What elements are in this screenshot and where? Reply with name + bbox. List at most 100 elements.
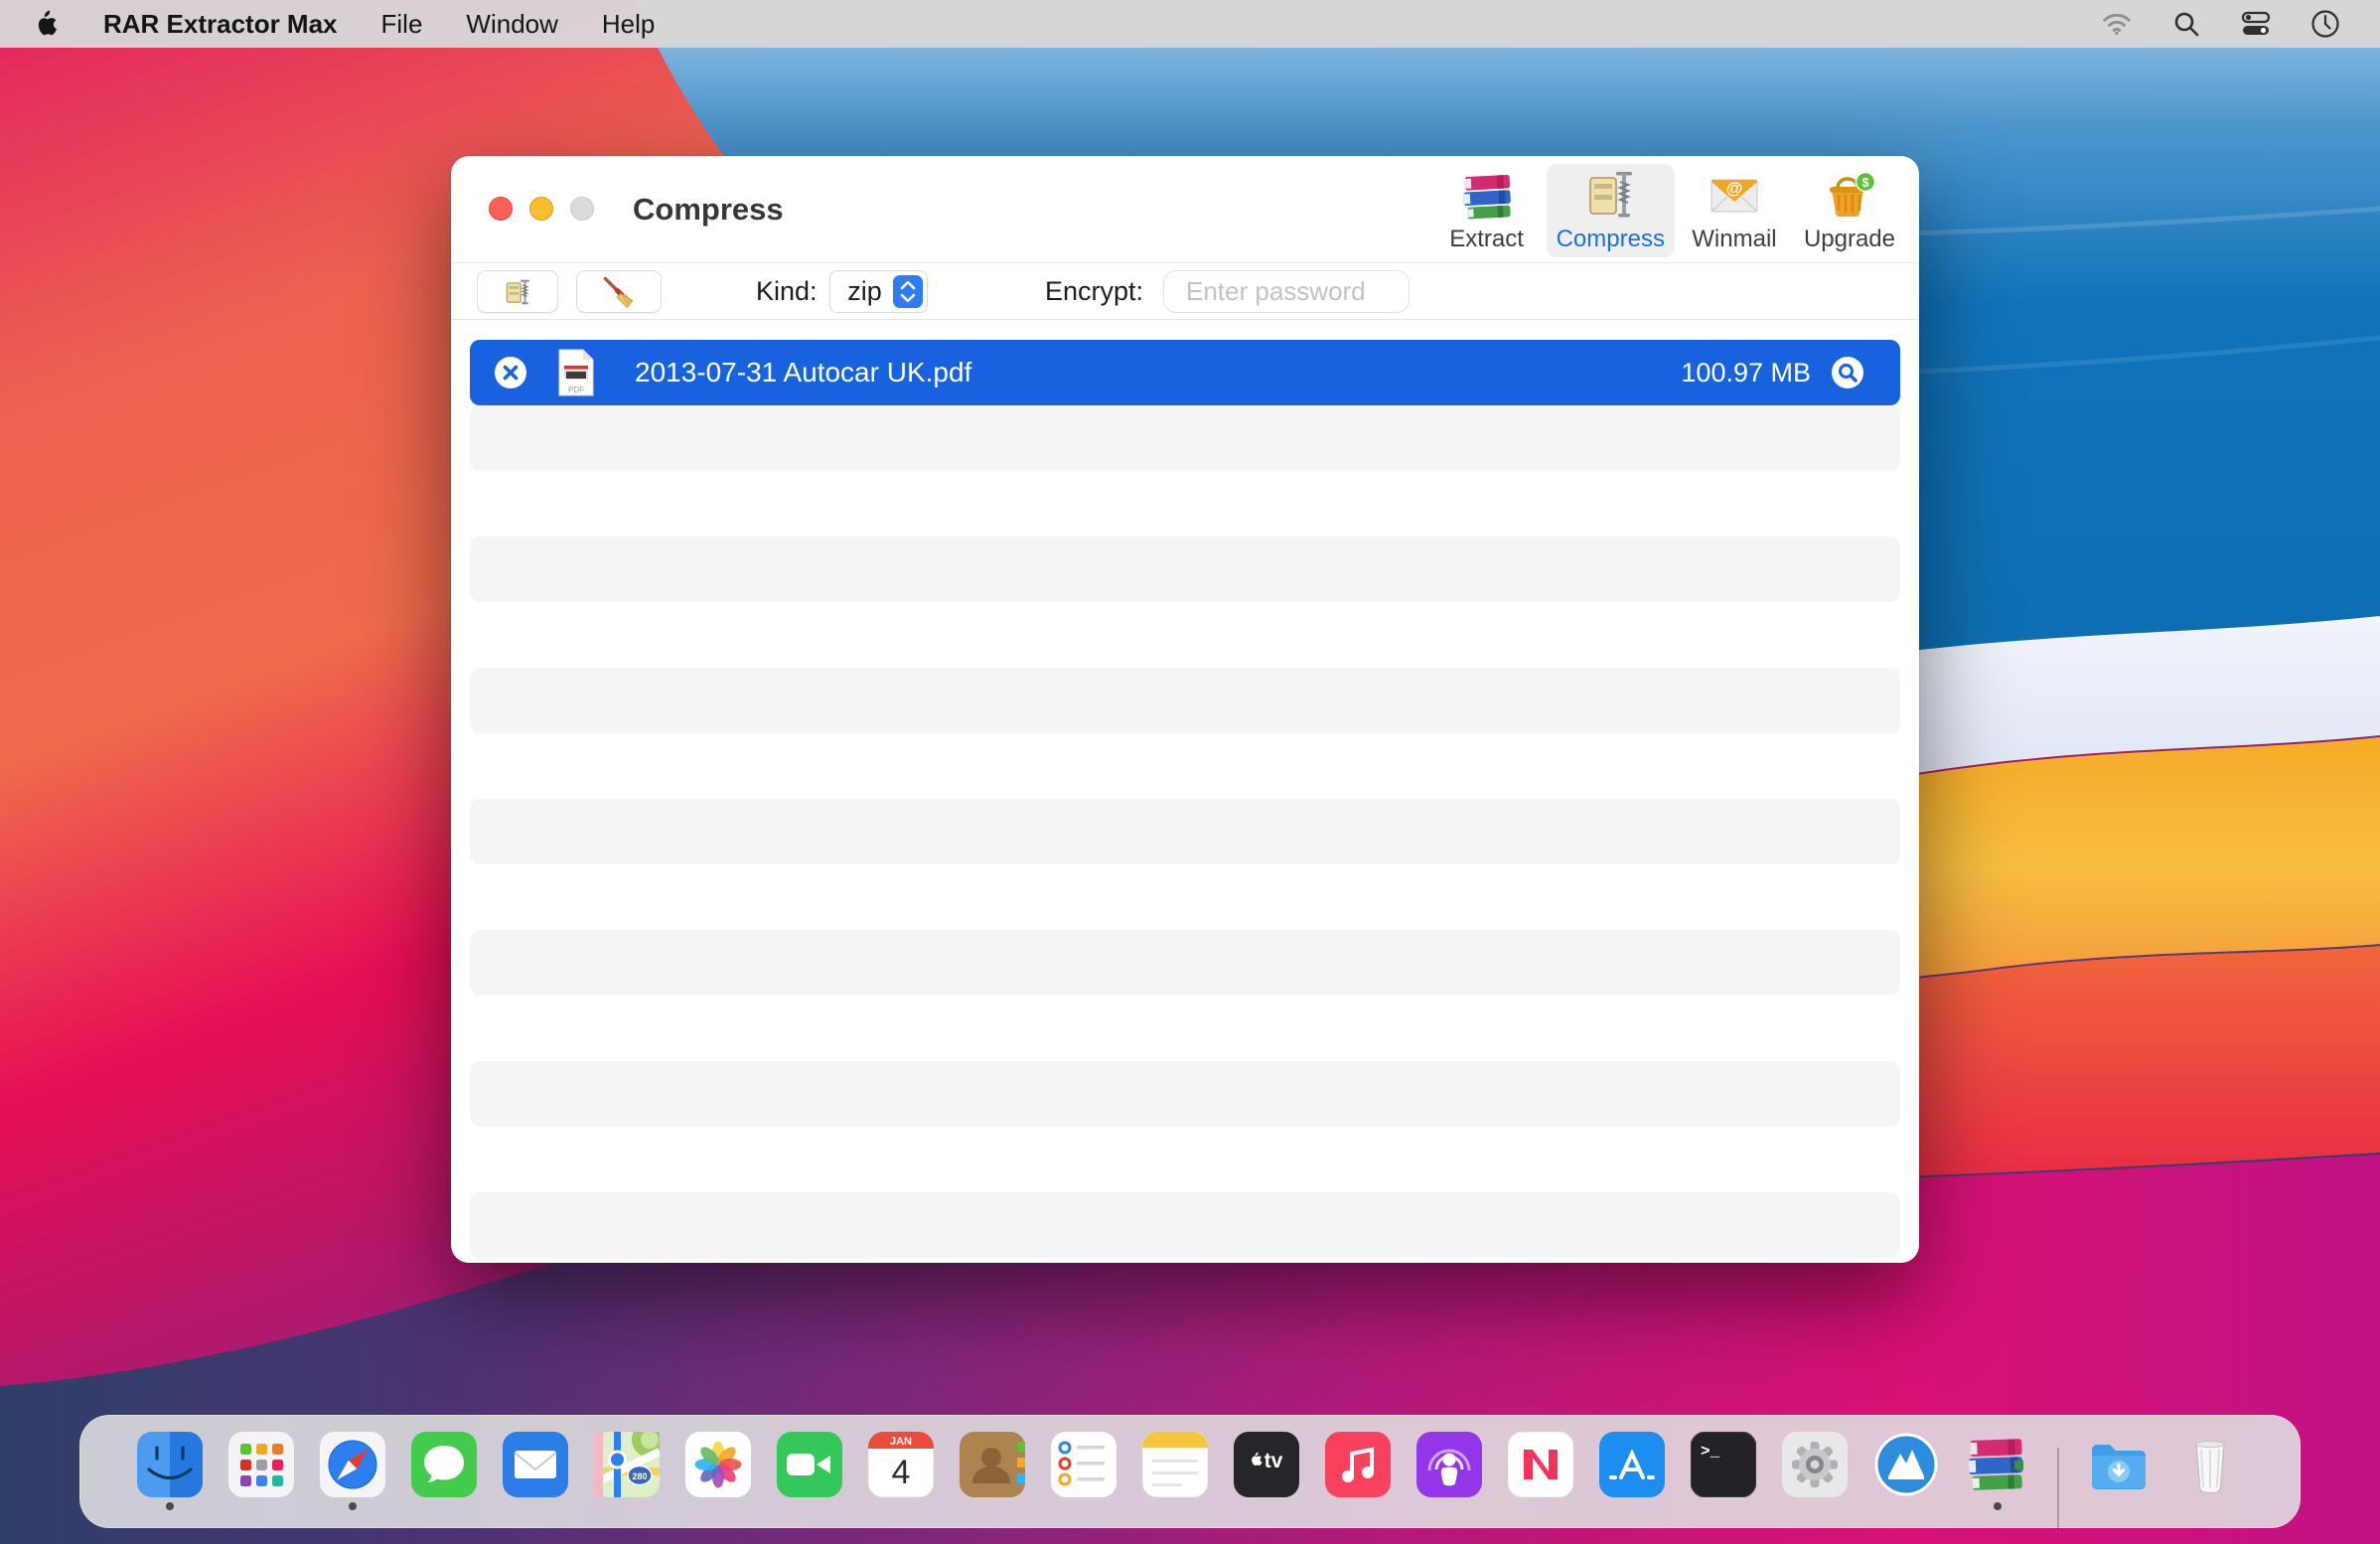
menu-window[interactable]: Window bbox=[466, 9, 557, 40]
dock-item-finder[interactable] bbox=[137, 1432, 203, 1497]
empty-list-row bbox=[470, 1061, 1900, 1127]
password-input[interactable] bbox=[1163, 270, 1410, 313]
empty-list-row bbox=[470, 799, 1900, 864]
running-indicator bbox=[349, 1502, 357, 1510]
empty-list-row bbox=[470, 733, 1900, 799]
mail-icon bbox=[503, 1432, 568, 1497]
dock-item-downloads[interactable] bbox=[2086, 1432, 2152, 1497]
music-icon bbox=[1325, 1432, 1391, 1497]
toolbar-winmail-button[interactable]: @ Winmail bbox=[1681, 164, 1788, 257]
toolbar-upgrade-label: Upgrade bbox=[1804, 226, 1895, 253]
svg-text:>_: >_ bbox=[1701, 1443, 1720, 1461]
running-indicator bbox=[166, 1502, 174, 1510]
empty-list-row bbox=[470, 864, 1900, 930]
empty-list-row bbox=[470, 537, 1900, 602]
toolbar-compress-label: Compress bbox=[1557, 226, 1665, 253]
toolbar-compress-button[interactable]: Compress bbox=[1547, 164, 1675, 257]
empty-list-row bbox=[470, 668, 1900, 733]
dock-item-terminal[interactable]: >_ bbox=[1691, 1432, 1756, 1497]
safari-icon bbox=[320, 1432, 385, 1497]
appcleaner-icon bbox=[1873, 1432, 1939, 1497]
control-center-icon[interactable] bbox=[2241, 9, 2271, 39]
kind-label: Kind: bbox=[756, 263, 818, 320]
minimize-button[interactable] bbox=[529, 197, 553, 221]
dock-item-rarextractor[interactable] bbox=[1965, 1432, 2030, 1497]
kind-select[interactable]: zip bbox=[829, 270, 928, 313]
dock-item-appstore[interactable] bbox=[1599, 1432, 1665, 1497]
empty-list-row bbox=[470, 1127, 1900, 1192]
main-toolbar: Extract Compress bbox=[1433, 164, 1905, 257]
toolbar-winmail-label: Winmail bbox=[1692, 226, 1776, 253]
appstore-icon bbox=[1599, 1432, 1665, 1497]
compress-mini-icon bbox=[503, 276, 532, 308]
dock-item-photos[interactable] bbox=[685, 1432, 751, 1497]
dock-item-messages[interactable] bbox=[411, 1432, 477, 1497]
dock-item-maps[interactable]: 280 bbox=[594, 1432, 660, 1497]
maps-icon: 280 bbox=[594, 1432, 660, 1497]
dock-item-podcasts[interactable] bbox=[1416, 1432, 1482, 1497]
dock-item-facetime[interactable] bbox=[777, 1432, 842, 1497]
svg-text:PDF: PDF bbox=[568, 386, 584, 394]
compress-action-button[interactable] bbox=[477, 270, 558, 313]
photos-icon bbox=[685, 1432, 751, 1497]
apple-menu-icon[interactable] bbox=[34, 9, 60, 39]
dock-item-launchpad[interactable] bbox=[228, 1432, 294, 1497]
options-bar: Kind: zip Encrypt: bbox=[451, 263, 1919, 320]
dock-item-calendar[interactable]: JAN4 bbox=[868, 1432, 934, 1497]
empty-list-row bbox=[470, 471, 1900, 537]
svg-text:$: $ bbox=[1861, 175, 1869, 190]
search-icon[interactable] bbox=[2171, 9, 2201, 39]
dock-item-notes[interactable] bbox=[1142, 1432, 1208, 1497]
menubar-app-name[interactable]: RAR Extractor Max bbox=[103, 9, 338, 40]
svg-text:tv: tv bbox=[1264, 1450, 1283, 1472]
dock-item-news[interactable] bbox=[1508, 1432, 1573, 1497]
calendar-icon: JAN4 bbox=[868, 1432, 934, 1497]
menu-file[interactable]: File bbox=[381, 9, 423, 40]
dock: 280 JAN4 tv >_ bbox=[79, 1415, 2301, 1528]
pdf-file-icon: PDF bbox=[555, 348, 597, 397]
empty-list-row bbox=[470, 930, 1900, 996]
empty-list-row bbox=[470, 996, 1900, 1061]
app-window: Compress Extract bbox=[451, 156, 1919, 1263]
menu-help[interactable]: Help bbox=[602, 9, 655, 40]
zoom-button[interactable] bbox=[570, 197, 594, 221]
appletv-icon: tv bbox=[1234, 1432, 1299, 1497]
empty-list-row bbox=[470, 1192, 1900, 1258]
compress-clamp-icon bbox=[1581, 168, 1639, 222]
empty-list-row bbox=[470, 405, 1900, 471]
dock-item-systempreferences[interactable] bbox=[1782, 1432, 1848, 1497]
close-button[interactable] bbox=[489, 197, 513, 221]
remove-file-icon[interactable] bbox=[494, 356, 527, 389]
dock-item-reminders[interactable] bbox=[1051, 1432, 1116, 1497]
clock-icon[interactable] bbox=[2310, 9, 2340, 39]
toolbar-extract-button[interactable]: Extract bbox=[1433, 164, 1541, 257]
file-list: PDF 2013-07-31 Autocar UK.pdf 100.97 MB bbox=[470, 320, 1900, 1259]
podcasts-icon bbox=[1416, 1432, 1482, 1497]
preview-magnifier-icon[interactable] bbox=[1831, 356, 1864, 389]
file-size: 100.97 MB bbox=[1681, 358, 1811, 388]
stepper-icon bbox=[893, 275, 923, 308]
downloads-icon bbox=[2086, 1432, 2152, 1497]
window-title: Compress bbox=[633, 156, 784, 263]
reminders-icon bbox=[1051, 1432, 1116, 1497]
dock-separator bbox=[2057, 1448, 2059, 1529]
notes-icon bbox=[1142, 1432, 1208, 1497]
dock-item-contacts[interactable] bbox=[960, 1432, 1025, 1497]
finder-icon bbox=[137, 1432, 203, 1497]
facetime-icon bbox=[777, 1432, 842, 1497]
dock-item-trash[interactable] bbox=[2177, 1432, 2243, 1497]
toolbar-upgrade-button[interactable]: $ Upgrade bbox=[1794, 164, 1905, 257]
wifi-icon[interactable] bbox=[2102, 9, 2132, 39]
clear-list-button[interactable] bbox=[576, 270, 662, 313]
dock-item-mail[interactable] bbox=[503, 1432, 568, 1497]
dock-item-music[interactable] bbox=[1325, 1432, 1391, 1497]
dock-item-appletv[interactable]: tv bbox=[1234, 1432, 1299, 1497]
extract-books-icon bbox=[1458, 168, 1516, 222]
systempreferences-icon bbox=[1782, 1432, 1848, 1497]
svg-text:@: @ bbox=[1726, 179, 1743, 198]
dock-item-safari[interactable] bbox=[320, 1432, 385, 1497]
dock-item-appcleaner[interactable] bbox=[1873, 1432, 1939, 1497]
broom-icon bbox=[602, 275, 636, 309]
contacts-icon bbox=[960, 1432, 1025, 1497]
file-row-selected[interactable]: PDF 2013-07-31 Autocar UK.pdf 100.97 MB bbox=[470, 340, 1900, 405]
